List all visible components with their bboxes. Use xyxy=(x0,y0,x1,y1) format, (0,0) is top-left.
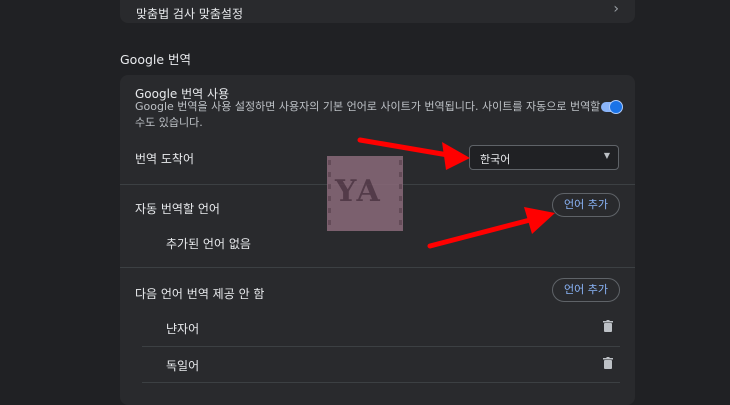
arrow-to-select xyxy=(357,137,470,170)
annotation-arrows xyxy=(357,137,555,249)
arrow-to-add-button xyxy=(427,207,555,249)
